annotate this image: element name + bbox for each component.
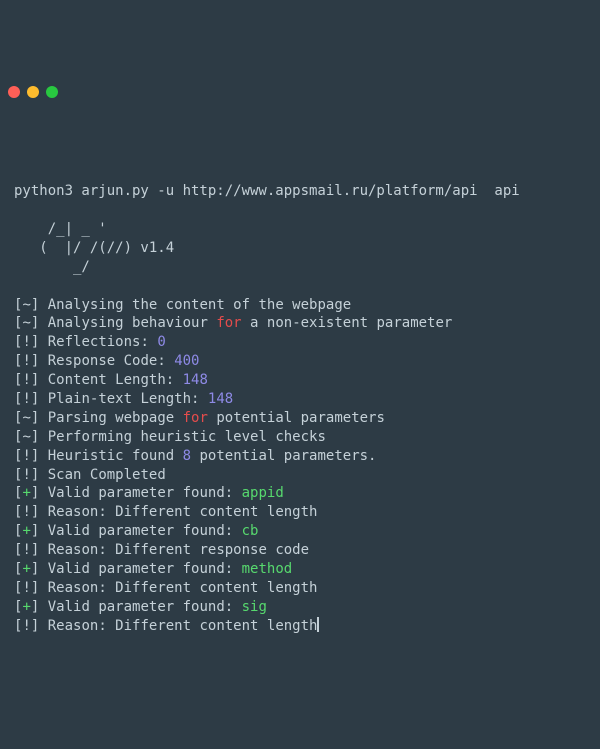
ascii-art-line: ( |/ /(//) v1.4 [14,240,174,256]
ascii-art-line: /_| _ ' [14,221,124,237]
status-tag: ! [22,448,30,464]
status-tag: + [22,523,30,539]
output-text: Reason: Different content length [48,504,318,520]
output-text: Valid parameter found: [48,561,242,577]
status-tag: ! [22,618,30,634]
output-text: potential parameters. [191,448,376,464]
status-tag: ~ [22,297,30,313]
output-text: for [183,410,208,426]
output-text: 400 [174,353,199,369]
status-tag: ! [22,391,30,407]
output-text: Plain-text Length: [48,391,208,407]
status-tag: ~ [22,410,30,426]
output-text: appid [242,485,284,501]
close-icon[interactable] [8,86,20,98]
output-text: Reflections: [48,334,158,350]
output-text: potential parameters [208,410,385,426]
status-tag: + [22,561,30,577]
output-text: Reason: Different content length [48,580,318,596]
status-tag: ~ [22,429,30,445]
output-text: Reason: Different response code [48,542,309,558]
command-line: python3 arjun.py -u http://www.appsmail.… [14,183,520,199]
status-tag: ! [22,542,30,558]
status-tag: + [22,485,30,501]
cursor [317,617,319,632]
output-text: Content Length: [48,372,183,388]
status-tag: ! [22,504,30,520]
output-text: 0 [157,334,165,350]
status-tag: ! [22,372,30,388]
output-text: Reason: Different content length [48,618,318,634]
output-text: a non-existent parameter [242,315,453,331]
output-text: Analysing the content of the webpage [48,297,351,313]
terminal-output: [~] Analysing the content of the webpage… [14,296,590,636]
output-text: Analysing behaviour [48,315,217,331]
status-tag: ! [22,467,30,483]
output-text: cb [242,523,259,539]
minimize-icon[interactable] [27,86,39,98]
status-tag: ! [22,334,30,350]
output-text: Heuristic found [48,448,183,464]
output-text: Parsing webpage [48,410,183,426]
status-tag: + [22,599,30,615]
terminal-body[interactable]: python3 arjun.py -u http://www.appsmail.… [0,141,600,654]
output-text: 148 [208,391,233,407]
output-text: Valid parameter found: [48,523,242,539]
ascii-art-line: _/ [14,259,90,275]
output-text: Response Code: [48,353,174,369]
window-titlebar [0,76,600,104]
output-text: Performing heuristic level checks [48,429,326,445]
output-text: sig [242,599,267,615]
zoom-icon[interactable] [46,86,58,98]
status-tag: ~ [22,315,30,331]
output-text: Valid parameter found: [48,485,242,501]
output-text: 148 [183,372,208,388]
output-text: Valid parameter found: [48,599,242,615]
output-text: Scan Completed [48,467,166,483]
status-tag: ! [22,580,30,596]
status-tag: ! [22,353,30,369]
output-text: method [242,561,293,577]
output-text: 8 [183,448,191,464]
output-text: for [216,315,241,331]
